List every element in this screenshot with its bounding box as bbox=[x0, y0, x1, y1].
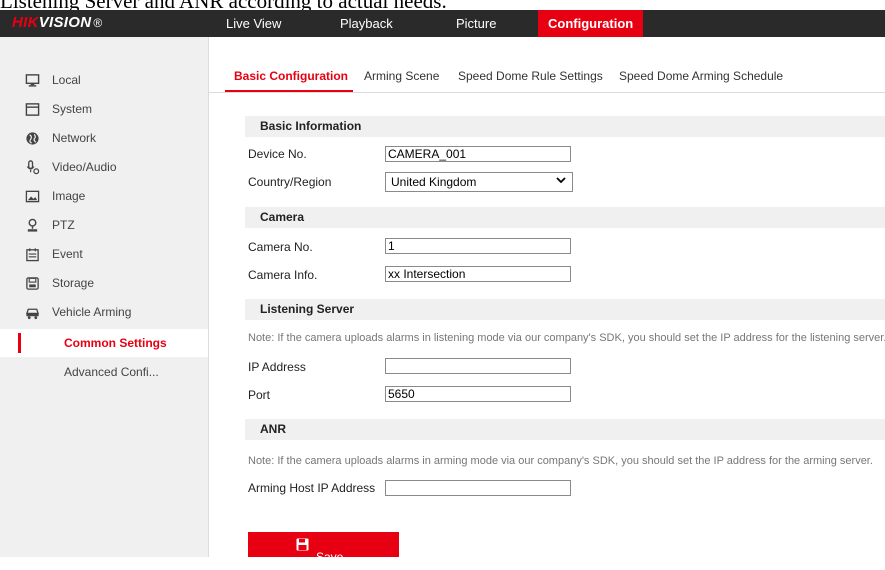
section-camera: Camera bbox=[245, 207, 885, 228]
sidebar-item-vehicle-arming[interactable]: Vehicle Arming bbox=[0, 298, 208, 327]
floppy-disk-icon bbox=[296, 538, 309, 551]
image-icon bbox=[25, 190, 40, 203]
calendar-icon bbox=[26, 248, 39, 262]
sidebar-subitem-advanced-config[interactable]: Advanced Confi... bbox=[0, 358, 208, 386]
tab-speed-dome-arming-schedule[interactable]: Speed Dome Arming Schedule bbox=[619, 69, 783, 83]
sidebar-item-storage[interactable]: Storage bbox=[0, 269, 208, 298]
section-basic-information: Basic Information bbox=[245, 116, 885, 137]
active-tab-underline bbox=[225, 90, 353, 92]
tab-arming-scene[interactable]: Arming Scene bbox=[364, 69, 439, 83]
camera-no-input[interactable] bbox=[385, 238, 571, 254]
sidebar-item-video-audio[interactable]: Video/Audio bbox=[0, 153, 208, 182]
sidebar-item-network[interactable]: Network bbox=[0, 124, 208, 153]
sidebar-item-image[interactable]: Image bbox=[0, 182, 208, 211]
device-no-input[interactable] bbox=[385, 146, 571, 162]
sidebar-item-label: Local bbox=[52, 73, 81, 87]
vehicle-icon bbox=[25, 308, 40, 320]
country-region-value: United Kingdom bbox=[391, 175, 477, 189]
sidebar-subitem-label: Common Settings bbox=[64, 336, 167, 350]
ip-address-label: IP Address bbox=[248, 360, 306, 374]
nav-live-view[interactable]: Live View bbox=[216, 10, 291, 37]
monitor-icon bbox=[25, 74, 40, 87]
section-title: Basic Information bbox=[260, 119, 362, 133]
tab-basic-configuration[interactable]: Basic Configuration bbox=[234, 69, 348, 83]
system-icon bbox=[25, 103, 40, 116]
section-title: Camera bbox=[260, 210, 305, 224]
storage-icon bbox=[26, 277, 39, 290]
registered-mark: ® bbox=[93, 16, 103, 30]
port-input[interactable] bbox=[385, 386, 571, 402]
logo-red-text: HIK bbox=[12, 14, 39, 31]
sidebar-subitem-label: Advanced Confi... bbox=[64, 365, 159, 379]
logo-white-text: VISION bbox=[38, 14, 92, 31]
country-region-label: Country/Region bbox=[248, 175, 332, 189]
nav-configuration[interactable]: Configuration bbox=[538, 10, 644, 37]
active-indicator bbox=[18, 333, 21, 353]
sidebar-item-label: Image bbox=[52, 189, 86, 203]
sidebar-item-system[interactable]: System bbox=[0, 95, 208, 124]
sidebar-item-label: Storage bbox=[52, 276, 95, 290]
save-button-label: Save bbox=[316, 549, 344, 564]
ptz-icon bbox=[27, 218, 38, 232]
config-tab-bar: Basic Configuration Arming Scene Speed D… bbox=[209, 37, 885, 93]
arming-host-ip-input[interactable] bbox=[385, 480, 571, 496]
sidebar-item-label: Event bbox=[52, 247, 83, 261]
ip-address-input[interactable] bbox=[385, 358, 571, 374]
section-listening-server: Listening Server bbox=[245, 299, 885, 320]
device-no-label: Device No. bbox=[248, 147, 307, 161]
nav-picture[interactable]: Picture bbox=[446, 10, 506, 37]
sidebar: Local System Network Video/Audio Image P… bbox=[0, 37, 209, 557]
chevron-down-icon bbox=[556, 177, 566, 184]
save-button[interactable]: Save bbox=[248, 532, 399, 564]
sidebar-subitem-common-settings[interactable]: Common Settings bbox=[0, 329, 208, 357]
sidebar-item-ptz[interactable]: PTZ bbox=[0, 211, 208, 240]
microphone-icon bbox=[26, 160, 40, 175]
top-navigation-bar: HIKVISION ® Live View Playback Picture Co… bbox=[0, 10, 885, 37]
country-region-select[interactable]: United Kingdom bbox=[385, 172, 573, 192]
globe-icon bbox=[26, 132, 39, 145]
sidebar-item-label: Vehicle Arming bbox=[52, 305, 132, 319]
section-title: Listening Server bbox=[260, 302, 355, 316]
sidebar-item-label: System bbox=[52, 102, 93, 116]
camera-no-label: Camera No. bbox=[248, 240, 313, 254]
section-anr: ANR bbox=[245, 419, 885, 440]
section-title: ANR bbox=[260, 422, 286, 436]
arming-host-ip-label: Arming Host IP Address bbox=[248, 481, 376, 495]
nav-playback[interactable]: Playback bbox=[330, 10, 403, 37]
sidebar-item-label: Video/Audio bbox=[52, 160, 117, 174]
anr-note: Note: If the camera uploads alarms in ar… bbox=[248, 455, 873, 467]
hikvision-logo: HIKVISION ® bbox=[12, 13, 103, 33]
port-label: Port bbox=[248, 388, 271, 402]
sidebar-item-event[interactable]: Event bbox=[0, 240, 208, 269]
sidebar-item-label: PTZ bbox=[52, 218, 75, 232]
listening-server-note: Note: If the camera uploads alarms in li… bbox=[248, 332, 885, 344]
camera-info-input[interactable] bbox=[385, 266, 571, 282]
camera-info-label: Camera Info. bbox=[248, 268, 318, 282]
tab-speed-dome-rule-settings[interactable]: Speed Dome Rule Settings bbox=[458, 69, 603, 83]
sidebar-item-label: Network bbox=[52, 131, 97, 145]
sidebar-item-local[interactable]: Local bbox=[0, 66, 208, 95]
